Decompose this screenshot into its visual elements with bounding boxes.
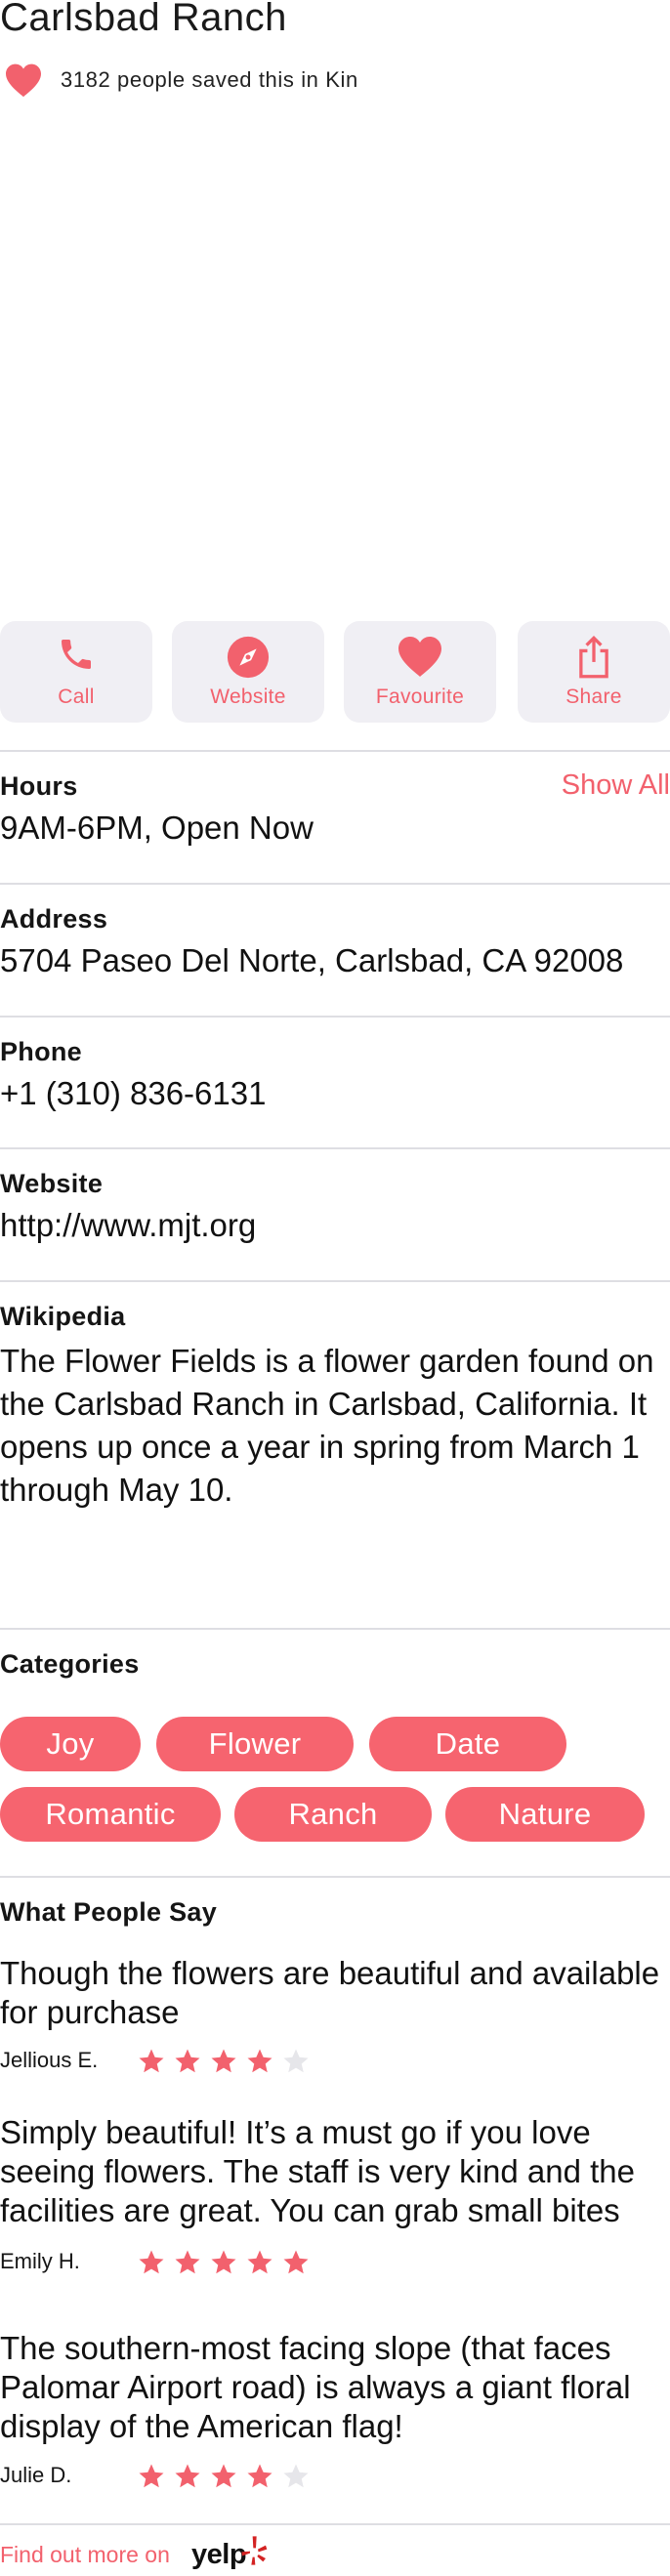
star-icon [247,2049,272,2073]
star-icon [283,2464,309,2488]
category-chip-flower[interactable]: Flower [156,1717,354,1771]
star-icon [211,2250,236,2274]
wikipedia-text: The Flower Fields is a flower garden fou… [0,1343,654,1508]
website-label: Website [0,1169,104,1198]
divider [0,883,670,885]
divider [0,1628,670,1630]
share-button[interactable]: Share [518,621,670,723]
website-button[interactable]: Website [172,621,324,723]
wikipedia-label: Wikipedia [0,1302,126,1331]
category-chip-date[interactable]: Date [369,1717,566,1771]
phone-value[interactable]: +1 (310) 836-6131 [0,1075,266,1112]
star-rating [137,2248,317,2277]
review-text: Though the flowers are beautiful and ava… [0,1955,660,2030]
compass-icon [227,636,270,679]
star-icon [175,2250,200,2274]
category-chip-nature[interactable]: Nature [445,1787,645,1842]
yelp-burst-icon [241,2536,268,2565]
review-text: Simply beautiful! It’s a must go if you … [0,2114,635,2228]
address-value[interactable]: 5704 Paseo Del Norte, Carlsbad, CA 92008 [0,942,623,979]
heart-icon [398,637,441,677]
yelp-link[interactable]: Find out more on [0,2542,170,2568]
show-all-hours-link[interactable]: Show All [562,769,670,802]
star-icon [247,2250,272,2274]
website-link[interactable]: http://www.mjt.org [0,1207,256,1244]
action-bar: Call Website Favourite Share [0,621,670,723]
saves-count-text: 3182 people saved this in Kin [61,67,358,92]
star-rating [137,2047,317,2076]
divider [0,1280,670,1282]
saves-row: 3182 people saved this in Kin [0,61,358,100]
yelp-logo[interactable]: yelp [191,2539,247,2571]
heart-icon [6,63,41,98]
category-chip-joy[interactable]: Joy [0,1717,141,1771]
address-label: Address [0,904,108,934]
reviews-label: What People Say [0,1897,218,1927]
phone-icon [62,640,91,669]
share-icon [579,635,608,679]
star-icon [247,2464,272,2488]
category-chip-romantic[interactable]: Romantic [0,1787,221,1842]
place-title: Carlsbad Ranch [0,0,287,39]
categories-label: Categories [0,1649,140,1679]
call-button[interactable]: Call [0,621,152,723]
phone-label: Phone [0,1037,83,1066]
hours-value: 9AM-6PM, Open Now [0,810,314,846]
favourite-button[interactable]: Favourite [344,621,496,723]
reviewer-name: Jellious E. [0,2048,99,2072]
hours-label: Hours [0,771,78,801]
category-chip-ranch[interactable]: Ranch [234,1787,432,1842]
reviewer-name: Julie D. [0,2463,72,2487]
favourite-label: Favourite [375,686,465,708]
star-icon [175,2464,200,2488]
star-icon [283,2049,309,2073]
star-icon [139,2250,164,2274]
website-label: Website [210,686,286,708]
divider [0,1147,670,1149]
photo-area [0,107,670,615]
star-icon [211,2464,236,2488]
star-icon [175,2049,200,2073]
share-label: Share [565,686,622,708]
call-label: Call [58,686,95,708]
review-text: The southern-most facing slope (that fac… [0,2330,631,2444]
divider [0,1876,670,1878]
star-icon [139,2049,164,2073]
reviewer-name: Emily H. [0,2249,80,2273]
divider [0,1016,670,1018]
star-rating [137,2462,317,2491]
divider [0,750,670,752]
star-icon [211,2049,236,2073]
star-icon [283,2250,309,2274]
star-icon [139,2464,164,2488]
divider [0,2523,670,2525]
